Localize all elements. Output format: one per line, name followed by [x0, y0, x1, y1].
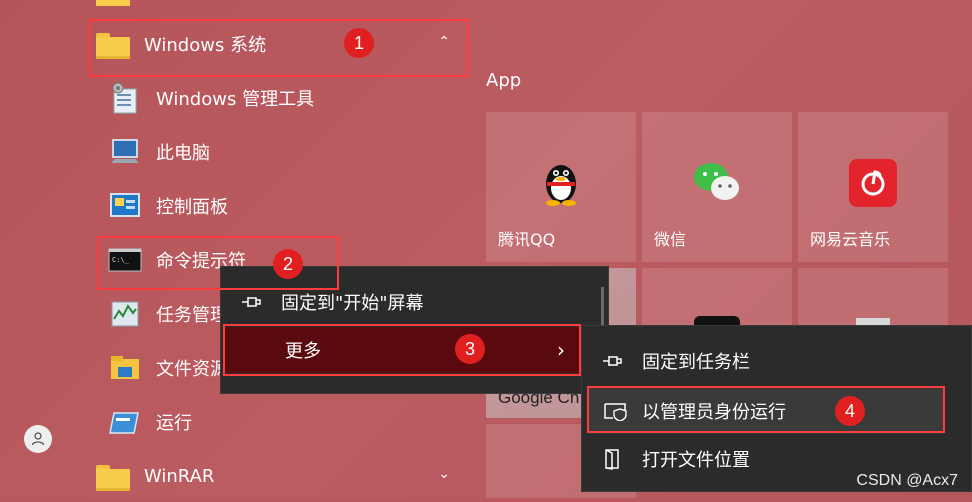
annotation-box-4 — [587, 386, 945, 433]
app-windows-admin-tools[interactable]: Windows 管理工具 — [108, 72, 480, 124]
app-label: 控制面板 — [156, 197, 228, 218]
app-label: WinRAR — [144, 465, 215, 487]
app-label: Windows 管理工具 — [156, 89, 315, 110]
app-label: 任务管理 — [156, 305, 228, 326]
user-avatar-icon[interactable] — [24, 425, 52, 453]
app-control-panel[interactable]: 控制面板 — [108, 180, 480, 232]
menu-item-pin-taskbar[interactable]: 固定到任务栏 — [582, 338, 971, 384]
tile-label: 腾讯QQ — [498, 230, 556, 249]
annotation-badge-2: 2 — [273, 249, 303, 279]
menu-item-label: 固定到任务栏 — [642, 352, 750, 373]
folder-open-icon — [582, 448, 642, 470]
qq-penguin-icon — [541, 158, 581, 210]
tile-label: 微信 — [654, 230, 687, 249]
file-explorer-icon — [108, 351, 142, 385]
run-icon — [108, 405, 142, 439]
chevron-down-icon[interactable]: ⌄ — [438, 466, 450, 482]
pin-icon — [221, 294, 281, 310]
app-label: 文件资源 — [156, 359, 228, 380]
scrollbar[interactable] — [601, 287, 604, 327]
annotation-box-3 — [223, 324, 581, 376]
wechat-icon — [692, 160, 742, 208]
annotation-badge-1: 1 — [344, 28, 374, 58]
annotation-badge-3: 3 — [455, 334, 485, 364]
pin-icon — [582, 353, 642, 369]
tile-wechat[interactable]: 微信 — [642, 112, 792, 262]
menu-item-label: 固定到"开始"屏幕 — [281, 293, 424, 314]
tile-group-title: App — [486, 70, 522, 91]
folder-icon-partial — [96, 0, 130, 6]
folder-winrar[interactable]: WinRAR ⌄ — [96, 450, 468, 502]
app-run[interactable]: 运行 — [108, 396, 480, 448]
netease-music-icon — [849, 159, 897, 207]
admin-tools-icon — [108, 81, 142, 115]
tile-netease-music[interactable]: 网易云音乐 — [798, 112, 948, 262]
watermark: CSDN @Acx7 — [856, 472, 958, 489]
annotation-badge-4: 4 — [835, 396, 865, 426]
control-panel-icon — [108, 189, 142, 223]
tile-qq[interactable]: 腾讯QQ — [486, 112, 636, 262]
app-label: 运行 — [156, 413, 192, 434]
menu-item-label: 打开文件位置 — [642, 450, 750, 471]
app-label: 此电脑 — [156, 143, 210, 164]
app-this-pc[interactable]: 此电脑 — [108, 126, 480, 178]
annotation-box-1 — [89, 19, 469, 77]
tile-label: 网易云音乐 — [810, 230, 891, 249]
folder-icon — [96, 459, 130, 493]
task-manager-icon — [108, 297, 142, 331]
computer-icon — [108, 135, 142, 169]
